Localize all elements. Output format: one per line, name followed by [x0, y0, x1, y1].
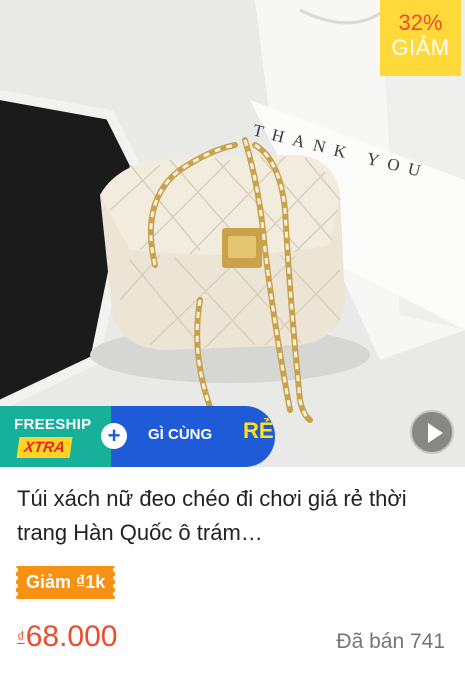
gi-cung-re-badge: GÌ CÙNG RẺ: [111, 406, 275, 467]
xtra-label: XTRA: [16, 437, 73, 458]
price-value: 68.000: [25, 620, 118, 653]
plus-icon: +: [101, 423, 127, 449]
product-title[interactable]: Túi xách nữ đeo chéo đi chơi giá rẻ thời…: [17, 482, 452, 550]
combo-highlight: RẺ: [243, 418, 274, 443]
product-card[interactable]: THANK YOU 32% GIẢM FREESHIP XTRA + GÌ CÙ…: [0, 0, 465, 685]
play-icon: [428, 423, 443, 443]
combo-text: GÌ CÙNG: [148, 426, 213, 443]
sold-count: Đã bán 741: [336, 630, 445, 653]
price-currency: ₫: [17, 629, 25, 646]
product-image[interactable]: THANK YOU 32% GIẢM: [0, 0, 465, 467]
discount-badge: 32% GIẢM: [380, 0, 461, 76]
video-play-button[interactable]: [410, 410, 454, 454]
voucher-badge: Giảm ₫1k: [13, 566, 118, 599]
promo-banner: FREESHIP XTRA + GÌ CÙNG RẺ: [0, 406, 275, 467]
product-price: ₫68.000: [17, 620, 117, 654]
discount-label: GIẢM: [391, 35, 450, 60]
freeship-label: FREESHIP: [14, 416, 92, 433]
freeship-xtra-badge: FREESHIP XTRA: [0, 406, 111, 467]
discount-percent: 32%: [398, 10, 443, 35]
